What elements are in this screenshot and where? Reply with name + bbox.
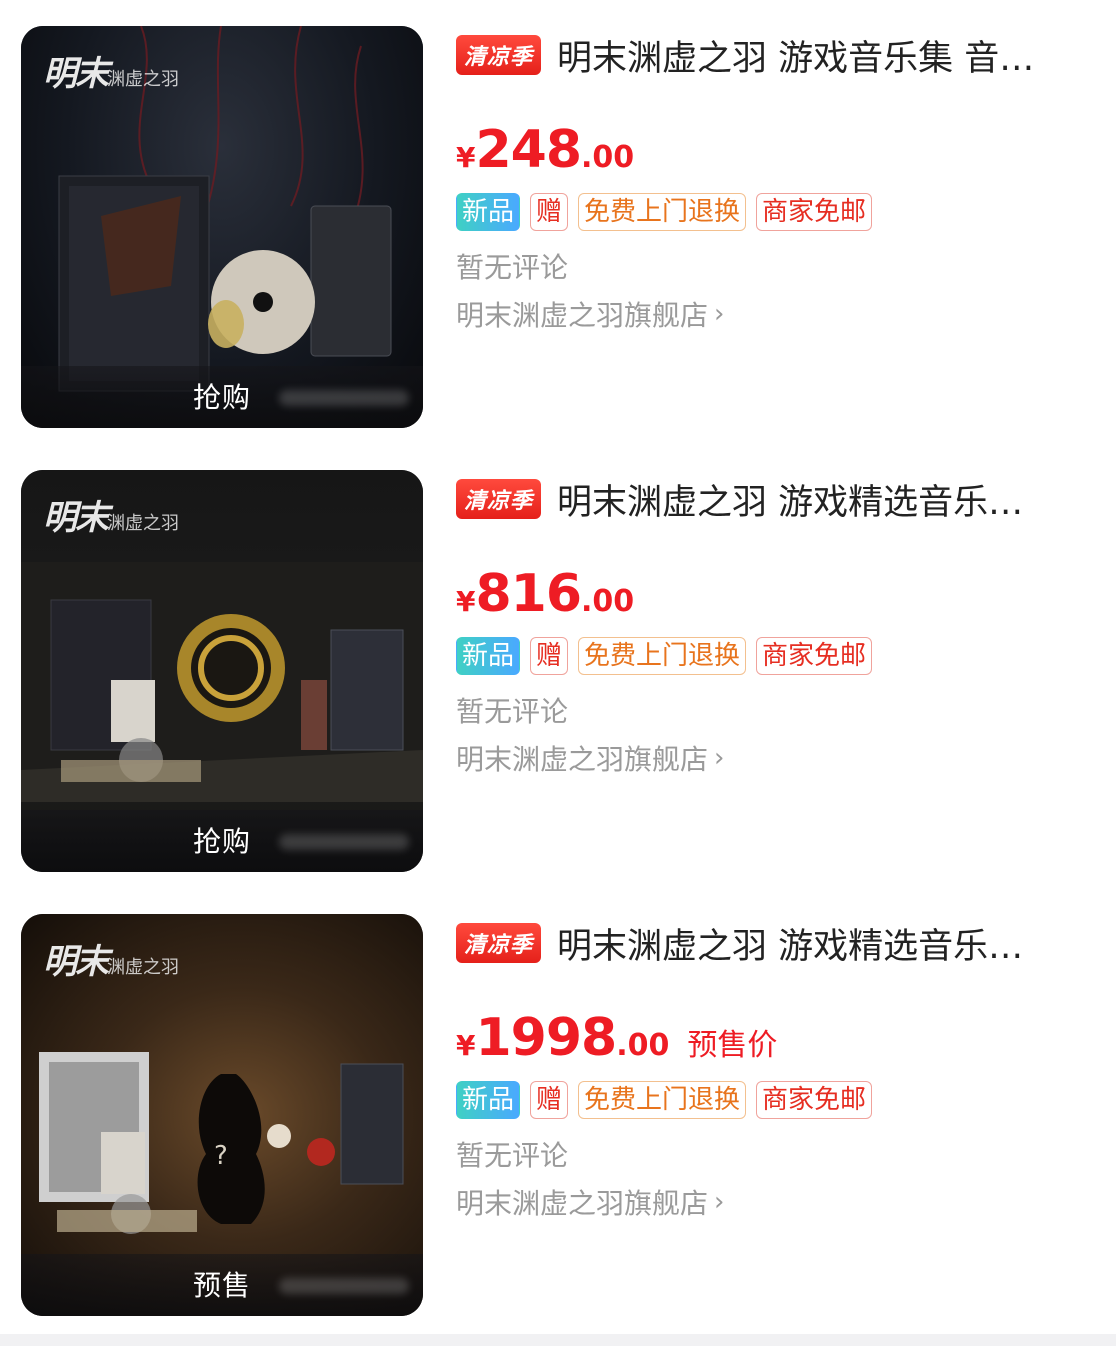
- tag-new: 新品: [456, 193, 521, 231]
- tag-free-shipping: 商家免邮: [756, 193, 873, 231]
- presale-price-label: 预售价: [687, 1028, 778, 1063]
- tag-list: 新品 赠 免费上门退换 商家免邮: [456, 1080, 1096, 1120]
- shop-link[interactable]: 明末渊虚之羽旗舰店 ›: [456, 738, 1096, 778]
- product-card-2[interactable]: 明末渊虚之羽 抢购 清凉季 明末渊虚之羽 游戏精选音乐… ¥ 816 .00 新…: [0, 444, 1116, 888]
- tag-list: 新品 赠 免费上门退换 商家免邮: [456, 192, 1096, 232]
- buy-now-label[interactable]: 抢购: [21, 820, 423, 860]
- tag-gift: 赠: [530, 637, 569, 675]
- tag-gift: 赠: [530, 193, 569, 231]
- product-title[interactable]: 明末渊虚之羽 游戏精选音乐…: [557, 474, 1023, 525]
- tag-free-return: 免费上门退换: [578, 1081, 747, 1119]
- season-badge: 清凉季: [456, 35, 542, 75]
- product-image-1[interactable]: 明末渊虚之羽 抢购: [21, 26, 423, 428]
- chevron-right-icon: ›: [714, 1187, 725, 1217]
- reviews-text: 暂无评论: [456, 695, 569, 728]
- product-info-1: 清凉季 明末渊虚之羽 游戏音乐集 音… ¥ 248 .00 新品 赠 免费上门退…: [456, 26, 1096, 334]
- chevron-right-icon: ›: [714, 743, 725, 773]
- brand-logo: 明末渊虚之羽: [43, 498, 179, 538]
- tag-new: 新品: [456, 637, 521, 675]
- shop-name: 明末渊虚之羽旗舰店: [456, 299, 709, 332]
- tag-gift: 赠: [530, 1081, 569, 1119]
- price: ¥ 248 .00: [456, 120, 635, 180]
- product-title[interactable]: 明末渊虚之羽 游戏音乐集 音…: [557, 30, 1034, 81]
- chevron-right-icon: ›: [714, 299, 725, 329]
- product-image-3[interactable]: ? 明末渊虚之羽 预售: [21, 914, 423, 1316]
- product-title[interactable]: 明末渊虚之羽 游戏精选音乐…: [557, 918, 1023, 969]
- tag-list: 新品 赠 免费上门退换 商家免邮: [456, 636, 1096, 676]
- svg-text:?: ?: [214, 1141, 228, 1171]
- tag-free-shipping: 商家免邮: [756, 1081, 873, 1119]
- tag-free-return: 免费上门退换: [578, 637, 747, 675]
- brand-logo: 明末渊虚之羽: [43, 942, 179, 982]
- product-info-3: 清凉季 明末渊虚之羽 游戏精选音乐… ¥ 1998 .00 预售价 新品 赠 免…: [456, 914, 1096, 1222]
- product-card-3[interactable]: ? 明末渊虚之羽 预售 清凉季 明末渊虚之羽 游戏精选音乐… ¥ 1998 .0…: [0, 888, 1116, 1332]
- brand-logo: 明末渊虚之羽: [43, 54, 179, 94]
- presale-label[interactable]: 预售: [21, 1264, 423, 1304]
- tag-free-shipping: 商家免邮: [756, 637, 873, 675]
- buy-now-label[interactable]: 抢购: [21, 376, 423, 416]
- shop-link[interactable]: 明末渊虚之羽旗舰店 ›: [456, 294, 1096, 334]
- shop-name: 明末渊虚之羽旗舰店: [456, 743, 709, 776]
- price: ¥ 1998 .00 预售价: [456, 1008, 778, 1068]
- price: ¥ 816 .00: [456, 564, 635, 624]
- tag-new: 新品: [456, 1081, 521, 1119]
- product-image-2[interactable]: 明末渊虚之羽 抢购: [21, 470, 423, 872]
- shop-link[interactable]: 明末渊虚之羽旗舰店 ›: [456, 1182, 1096, 1222]
- tag-free-return: 免费上门退换: [578, 193, 747, 231]
- season-badge: 清凉季: [456, 923, 542, 963]
- reviews-text: 暂无评论: [456, 251, 569, 284]
- reviews-text: 暂无评论: [456, 1139, 569, 1172]
- product-info-2: 清凉季 明末渊虚之羽 游戏精选音乐… ¥ 816 .00 新品 赠 免费上门退换…: [456, 470, 1096, 778]
- bottom-divider: [0, 1334, 1116, 1346]
- product-card-1[interactable]: 明末渊虚之羽 抢购 清凉季 明末渊虚之羽 游戏音乐集 音… ¥ 248 .00 …: [0, 0, 1116, 444]
- shop-name: 明末渊虚之羽旗舰店: [456, 1187, 709, 1220]
- season-badge: 清凉季: [456, 479, 542, 519]
